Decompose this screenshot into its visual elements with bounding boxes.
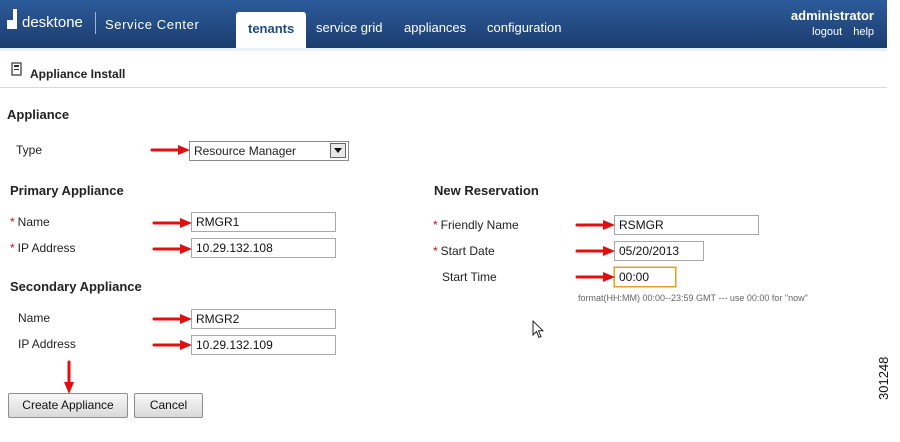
desktone-logo-icon — [7, 9, 17, 29]
new-reservation-heading: New Reservation — [434, 183, 539, 198]
annotation-arrow-icon — [152, 244, 192, 254]
annotation-arrow-icon — [575, 246, 615, 256]
page-title: Appliance Install — [30, 67, 126, 81]
annotation-arrow-icon — [150, 145, 190, 155]
friendly-name-label: * Friendly Name — [433, 218, 519, 232]
logo-text: desktone — [22, 14, 83, 31]
type-select-value: Resource Manager — [194, 144, 297, 158]
tab-configuration[interactable]: configuration — [487, 20, 561, 35]
required-marker: * — [433, 244, 438, 258]
cancel-button[interactable]: Cancel — [134, 393, 203, 418]
annotation-arrow-icon — [152, 218, 192, 228]
start-time-input[interactable]: 00:00 — [614, 267, 676, 287]
secondary-appliance-heading: Secondary Appliance — [10, 279, 142, 294]
product-name: Service Center — [105, 17, 200, 32]
required-marker: * — [10, 241, 15, 255]
primary-ip-label: * IP Address — [10, 241, 76, 255]
secondary-name-input[interactable]: RMGR2 — [191, 309, 336, 329]
time-format-hint: format(HH:MM) 00:00--23:59 GMT --- use 0… — [578, 293, 808, 303]
start-date-input[interactable]: 05/20/2013 — [614, 241, 704, 261]
help-link[interactable]: help — [853, 26, 874, 38]
tab-tenants[interactable]: tenants — [236, 12, 307, 48]
figure-id: 301248 — [876, 356, 891, 400]
primary-name-label: * Name — [10, 215, 50, 229]
primary-name-input[interactable]: RMGR1 — [191, 212, 336, 232]
secondary-ip-label: IP Address — [18, 337, 76, 351]
start-date-label: * Start Date — [433, 244, 495, 258]
secondary-ip-input[interactable]: 10.29.132.109 — [191, 335, 336, 355]
required-marker: * — [10, 215, 15, 229]
dropdown-arrow-icon[interactable] — [330, 143, 346, 158]
required-marker: * — [433, 218, 438, 232]
user-name: administrator — [790, 8, 874, 23]
create-appliance-button[interactable]: Create Appliance — [8, 393, 128, 418]
friendly-name-input[interactable]: RSMGR — [614, 215, 759, 235]
annotation-arrow-icon — [575, 220, 615, 230]
type-label: Type — [16, 143, 43, 157]
primary-appliance-heading: Primary Appliance — [10, 183, 124, 198]
start-time-label: Start Time — [442, 270, 497, 284]
logo-divider — [95, 12, 96, 34]
primary-ip-input[interactable]: 10.29.132.108 — [191, 238, 336, 258]
annotation-arrow-icon — [152, 314, 192, 324]
appliance-icon — [11, 62, 22, 76]
annotation-arrow-icon — [575, 272, 615, 282]
appliance-heading: Appliance — [7, 107, 70, 122]
header-links: logout help — [804, 26, 874, 38]
mouse-cursor-icon — [532, 320, 544, 339]
annotation-arrow-icon — [152, 340, 192, 350]
secondary-name-label: Name — [18, 311, 51, 325]
header-bar: desktone Service Center tenants service … — [0, 0, 887, 51]
tab-appliances[interactable]: appliances — [404, 20, 466, 35]
annotation-arrow-icon — [64, 360, 74, 394]
page-header: Appliance Install — [0, 55, 887, 88]
logout-link[interactable]: logout — [812, 26, 842, 38]
tab-service-grid[interactable]: service grid — [316, 20, 382, 35]
type-select[interactable]: Resource Manager — [189, 141, 349, 161]
